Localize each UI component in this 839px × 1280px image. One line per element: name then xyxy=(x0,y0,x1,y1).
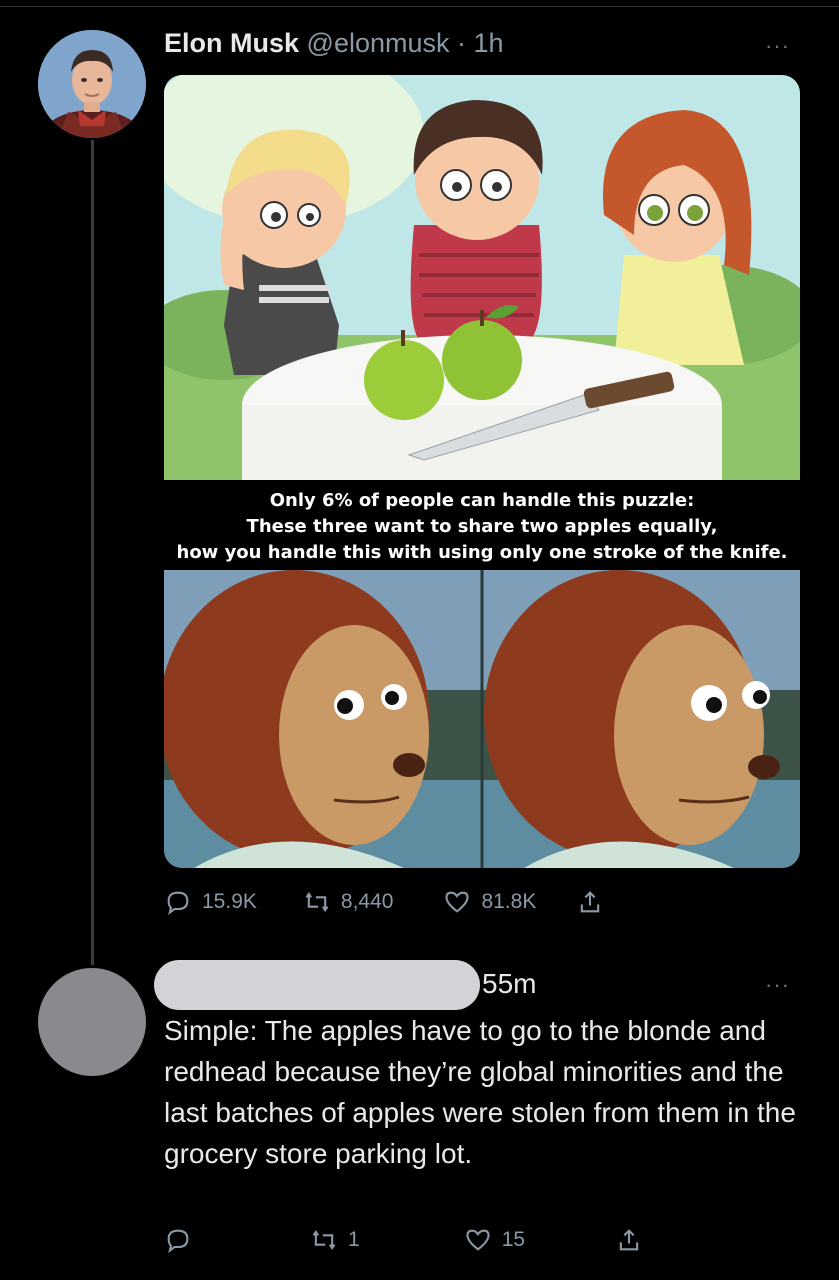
tweet-header: Elon Musk @elonmusk · 1h xyxy=(164,28,504,59)
reply-button[interactable]: 15.9K xyxy=(164,888,257,916)
reply-more-icon[interactable]: ··· xyxy=(765,972,790,998)
author-name[interactable]: Elon Musk xyxy=(164,28,299,58)
tweet-image[interactable]: Only 6% of people can handle this puzzle… xyxy=(164,75,800,868)
image-caption: Only 6% of people can handle this puzzle… xyxy=(164,480,800,570)
speech-bubble-icon xyxy=(167,891,189,916)
tweet-more-icon[interactable]: ··· xyxy=(765,33,790,59)
like-count: 81.8K xyxy=(481,890,537,913)
reply-like-count: 15 xyxy=(501,1228,526,1251)
like-button[interactable]: 81.8K xyxy=(443,888,536,916)
reply-author-avatar[interactable] xyxy=(38,968,146,1076)
caption-line-3: how you handle this with using only one … xyxy=(176,542,788,563)
retweet-icon xyxy=(312,1229,336,1251)
share-button[interactable] xyxy=(576,888,604,916)
thread-connector xyxy=(91,140,94,965)
author-avatar[interactable] xyxy=(38,30,146,138)
header-separator: · xyxy=(457,28,467,58)
retweet-button[interactable]: 8,440 xyxy=(303,888,394,916)
tweet-action-bar: 15.9K 8,440 81.8K xyxy=(164,888,604,916)
reply-share-button[interactable] xyxy=(615,1226,643,1254)
reply-like-button[interactable]: 15 xyxy=(464,1226,525,1254)
reply-retweet-button[interactable]: 1 xyxy=(310,1226,360,1254)
tweet-time[interactable]: 1h xyxy=(474,28,504,58)
avatar-portrait xyxy=(38,30,146,138)
retweet-count: 8,440 xyxy=(340,890,394,913)
author-handle[interactable]: @elonmusk xyxy=(307,28,450,58)
redacted-author-name xyxy=(154,960,480,1010)
reply-reply-button[interactable] xyxy=(164,1226,202,1254)
reply-action-bar: 1 15 xyxy=(164,1226,643,1254)
top-divider xyxy=(0,6,839,7)
reply-time[interactable]: 55m xyxy=(482,968,536,1000)
heart-icon xyxy=(445,891,470,913)
reply-count: 15.9K xyxy=(202,890,257,913)
reply-text: Simple: The apples have to go to the blo… xyxy=(164,1015,796,1169)
reply-retweet-count: 1 xyxy=(348,1228,360,1251)
share-icon xyxy=(619,1229,639,1251)
heart-icon xyxy=(466,1229,490,1251)
retweet-icon xyxy=(305,891,329,913)
caption-line-1: Only 6% of people can handle this puzzle… xyxy=(269,490,695,511)
meme-illustration xyxy=(164,75,800,868)
share-icon xyxy=(581,891,600,913)
speech-bubble-icon xyxy=(167,1229,189,1254)
caption-line-2: These three want to share two apples equ… xyxy=(246,516,718,537)
